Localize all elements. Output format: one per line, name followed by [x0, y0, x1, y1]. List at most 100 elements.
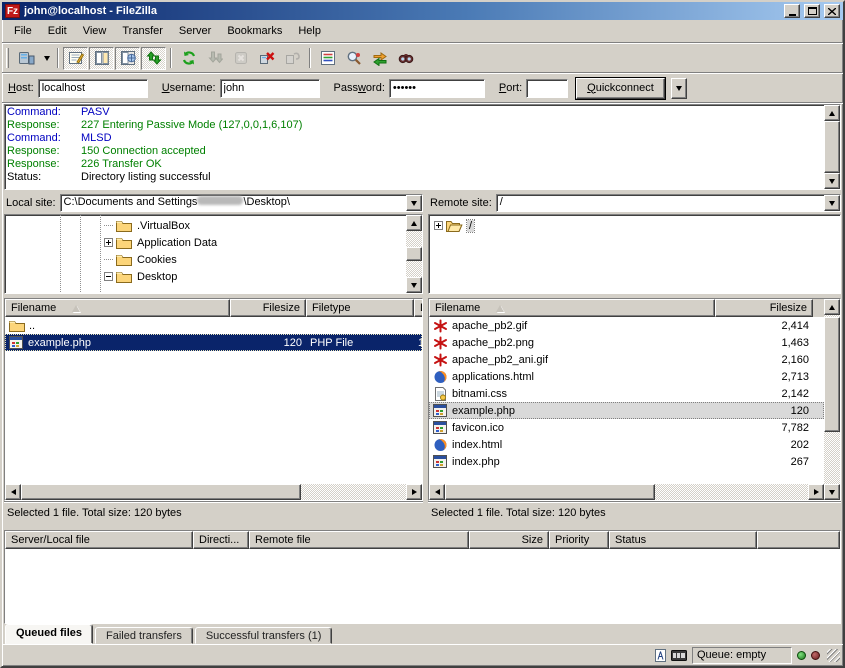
scrollbar-thumb[interactable] — [824, 317, 840, 432]
menu-item-edit[interactable]: Edit — [40, 22, 75, 40]
remote-hscrollbar[interactable] — [429, 484, 824, 500]
file-row[interactable]: example.php120PHP File1 — [5, 334, 422, 351]
column-header-l[interactable]: L — [414, 299, 422, 317]
maximize-button[interactable] — [804, 4, 820, 18]
scroll-right-button[interactable] — [406, 484, 422, 500]
username-input[interactable] — [220, 79, 320, 98]
local-list-header: FilenameFilesizeFiletypeL — [5, 299, 422, 317]
tree-item-label: Application Data — [135, 237, 219, 249]
tree-expander-minus[interactable] — [104, 272, 113, 281]
tab-failed-transfers[interactable]: Failed transfers — [95, 627, 193, 644]
menu-item-server[interactable]: Server — [171, 22, 219, 40]
scrollbar-track[interactable] — [406, 231, 422, 277]
password-input[interactable] — [389, 79, 485, 98]
host-input[interactable] — [38, 79, 148, 98]
scrollbar-track[interactable] — [445, 484, 808, 500]
quickconnect-dropdown-button[interactable] — [671, 78, 687, 99]
menu-item-file[interactable]: File — [6, 22, 40, 40]
file-row[interactable]: index.html202 — [429, 436, 824, 453]
scroll-down-button[interactable] — [824, 173, 840, 189]
column-header-filename[interactable]: Filename — [429, 299, 715, 317]
local-hscrollbar[interactable] — [5, 484, 422, 500]
file-row[interactable]: applications.html2,713 — [429, 368, 824, 385]
refresh-button[interactable] — [176, 47, 201, 70]
tree-expander-plus[interactable] — [434, 221, 443, 230]
find-files-button[interactable] — [393, 47, 418, 70]
tree-item[interactable]: / — [429, 217, 840, 234]
tree-item[interactable]: Desktop — [5, 268, 406, 285]
remote-tree-toggle-button[interactable] — [115, 47, 140, 70]
disconnect-button[interactable] — [254, 47, 279, 70]
menu-item-help[interactable]: Help — [290, 22, 329, 40]
process-queue-button[interactable] — [202, 47, 227, 70]
reconnect-button[interactable] — [280, 47, 305, 70]
scrollbar-thumb[interactable] — [406, 247, 422, 261]
scroll-down-button[interactable] — [406, 277, 422, 293]
remote-site-dropdown-button[interactable] — [824, 195, 840, 211]
file-row[interactable]: example.php120 — [429, 402, 824, 419]
close-button[interactable] — [824, 4, 840, 18]
scroll-up-button[interactable] — [824, 299, 840, 315]
file-row[interactable]: index.php267 — [429, 453, 824, 470]
menu-item-bookmarks[interactable]: Bookmarks — [219, 22, 290, 40]
local-tree-toggle-button[interactable] — [89, 47, 114, 70]
local-site-combobox[interactable]: C:\Documents and Settings\Desktop\ — [60, 194, 423, 212]
scrollbar-thumb[interactable] — [824, 121, 840, 173]
scrollbar-thumb[interactable] — [21, 484, 301, 500]
scrollbar-track[interactable] — [824, 315, 840, 484]
port-input[interactable] — [526, 79, 568, 98]
file-row[interactable]: bitnami.css2,142 — [429, 385, 824, 402]
scrollbar-track[interactable] — [824, 121, 840, 173]
local-tree-scrollbar[interactable] — [406, 215, 422, 293]
scroll-up-button[interactable] — [824, 105, 840, 121]
site-manager-button[interactable] — [14, 47, 39, 70]
column-header-status[interactable]: Status — [609, 531, 757, 549]
tree-item[interactable]: Application Data — [5, 234, 406, 251]
queue-toggle-button[interactable] — [141, 47, 166, 70]
resize-grip[interactable] — [827, 649, 840, 662]
column-header-size[interactable]: Size — [469, 531, 549, 549]
scrollbar-track[interactable] — [21, 484, 406, 500]
column-header-directi[interactable]: Directi... — [193, 531, 249, 549]
column-header-filetype[interactable]: Filetype — [306, 299, 414, 317]
column-header-filename[interactable]: Filename — [5, 299, 230, 317]
local-site-dropdown-button[interactable] — [406, 195, 422, 211]
remote-site-combobox[interactable]: / — [496, 194, 841, 212]
file-row[interactable]: .. — [5, 317, 422, 334]
menu-item-transfer[interactable]: Transfer — [114, 22, 171, 40]
local-file-list: FilenameFilesizeFiletypeL ..example.php1… — [4, 298, 423, 501]
scrollbar-thumb[interactable] — [445, 484, 655, 500]
remote-vscrollbar[interactable] — [824, 299, 840, 500]
toolbar-grip[interactable] — [6, 48, 9, 68]
site-manager-dropdown-button[interactable] — [40, 47, 53, 70]
menu-item-view[interactable]: View — [75, 22, 115, 40]
tree-expander-plus[interactable] — [104, 238, 113, 247]
tab-queued-files[interactable]: Queued files — [5, 624, 93, 644]
sync-browsing-button[interactable] — [367, 47, 392, 70]
file-row[interactable]: apache_pb2.png1,463 — [429, 334, 824, 351]
column-header-filesize[interactable]: Filesize — [230, 299, 306, 317]
scroll-up-button[interactable] — [406, 215, 422, 231]
scroll-left-button[interactable] — [429, 484, 445, 500]
message-log-scrollbar[interactable] — [824, 105, 840, 189]
cancel-button[interactable] — [228, 47, 253, 70]
tree-item[interactable]: .VirtualBox — [5, 217, 406, 234]
column-header-filesize[interactable]: Filesize — [715, 299, 813, 317]
scroll-left-button[interactable] — [5, 484, 21, 500]
column-header-remote-file[interactable]: Remote file — [249, 531, 469, 549]
quickconnect-button[interactable]: Quickconnect — [576, 78, 665, 99]
file-row[interactable]: apache_pb2_ani.gif2,160 — [429, 351, 824, 368]
tree-item[interactable]: Cookies — [5, 251, 406, 268]
file-row[interactable]: favicon.ico7,782 — [429, 419, 824, 436]
file-name-cell: apache_pb2.gif — [429, 319, 715, 333]
minimize-button[interactable] — [784, 4, 800, 18]
filter-button[interactable] — [315, 47, 340, 70]
scroll-down-button[interactable] — [824, 484, 840, 500]
file-row[interactable]: apache_pb2.gif2,414 — [429, 317, 824, 334]
column-header-server-local-file[interactable]: Server/Local file — [5, 531, 193, 549]
log-toggle-button[interactable] — [63, 47, 88, 70]
compare-button[interactable] — [341, 47, 366, 70]
scroll-right-button[interactable] — [808, 484, 824, 500]
tab-successful-transfers-1[interactable]: Successful transfers (1) — [195, 627, 333, 644]
column-header-priority[interactable]: Priority — [549, 531, 609, 549]
